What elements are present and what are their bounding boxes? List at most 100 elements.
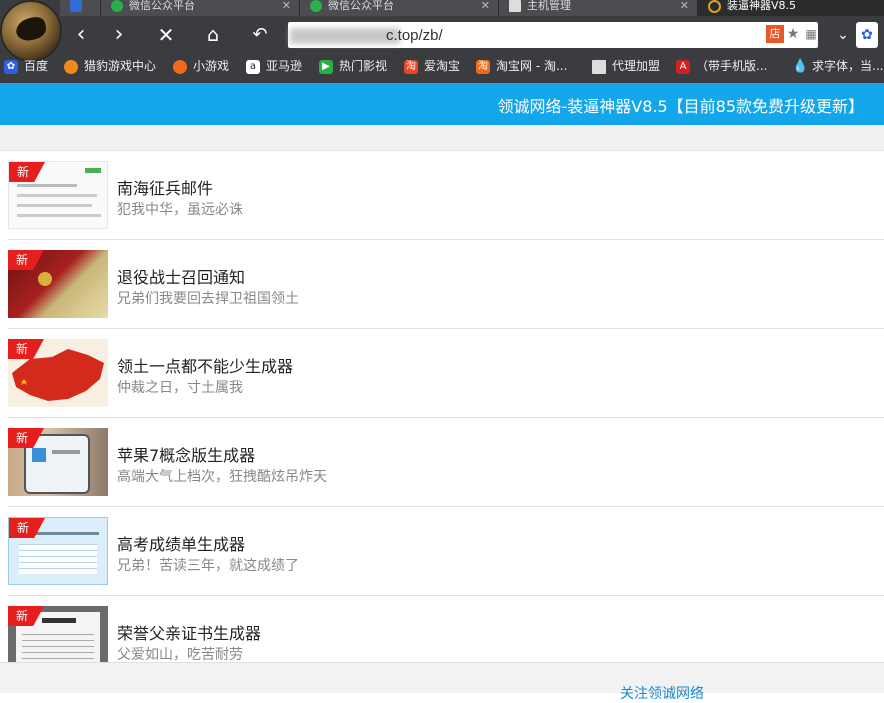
close-icon[interactable]: ✕ <box>481 0 490 11</box>
tab-bar: 微信公众平台 ✕ 微信公众平台 ✕ 主机管理 ✕ 装逼神器V8.5 <box>60 0 884 16</box>
tab-wechat-1[interactable]: 微信公众平台 ✕ <box>101 0 300 16</box>
home-button[interactable]: ⌂ <box>200 22 226 48</box>
chevron-down-icon: ⌄ <box>837 27 849 43</box>
bookmark-label: 猎豹游戏中心 <box>84 59 157 73</box>
redacted-domain <box>290 28 400 44</box>
sub-header-bar <box>0 125 884 151</box>
bookmark-taobao-net[interactable]: 淘淘宝网 - 淘... <box>476 57 567 75</box>
bookmark-label: 热门影视 <box>339 59 388 73</box>
item-title: 退役战士召回通知 <box>117 268 246 287</box>
item-title: 南海征兵邮件 <box>117 179 214 198</box>
stop-button[interactable]: ✕ <box>153 22 179 48</box>
bookmark-label: 小游戏 <box>193 59 230 73</box>
loading-icon <box>708 0 721 13</box>
follow-link[interactable]: 关注领诚网络 <box>620 683 704 703</box>
bookmark-ai-taobao[interactable]: 淘爱淘宝 <box>404 57 460 75</box>
item-desc: 犯我中华，虽远必诛 <box>117 202 243 218</box>
bookmark-mobile[interactable]: A （带手机版... <box>676 57 767 75</box>
wechat-icon <box>111 0 123 12</box>
item-desc: 兄弟们我要回去捍卫祖国领土 <box>117 291 299 307</box>
address-bar[interactable]: c.top/zb/ 店 ★ ▦ <box>288 22 818 48</box>
item-title: 苹果7概念版生成器 <box>117 446 256 465</box>
home-icon: ⌂ <box>206 24 220 46</box>
new-badge: 新 <box>8 250 44 270</box>
bookmark-agent[interactable]: 代理加盟 <box>592 57 660 75</box>
bookmarks-bar: ✿ 百度 猎豹游戏中心 小游戏 a 亚马逊 ▶ 热门影视 淘爱淘宝 淘淘宝网 - 淘.… <box>0 53 884 79</box>
item-desc: 父爱如山，吃苦耐劳 <box>117 647 243 663</box>
bookmark-label: 淘宝网 - 淘... <box>496 59 568 73</box>
tab-label: 装逼神器V8.5 <box>727 0 797 12</box>
item-title: 领土一点都不能少生成器 <box>117 357 294 376</box>
bookmark-cheetah-game[interactable]: 猎豹游戏中心 <box>64 57 156 75</box>
store-icon[interactable]: 店 <box>766 25 784 43</box>
video-icon: ▶ <box>319 59 333 74</box>
bookmark-baidu[interactable]: ✿ 百度 <box>4 57 48 75</box>
bookmark-label: 百度 <box>24 59 49 73</box>
list-item[interactable]: 新 高考成绩单生成器 兄弟！苦读三年，就这成绩了 <box>8 507 884 596</box>
drop-icon: 💧 <box>792 58 809 74</box>
ie-icon <box>70 0 82 12</box>
paw-icon: ✿ <box>861 27 873 43</box>
chevron-right-icon: › <box>114 22 124 47</box>
new-badge: 新 <box>9 518 45 538</box>
page-icon <box>509 0 521 12</box>
document-thumb: 新 <box>8 161 108 229</box>
list-item[interactable]: 新 退役战士召回通知 兄弟们我要回去捍卫祖国领土 <box>8 240 884 329</box>
bookmark-label: 亚马逊 <box>266 59 303 73</box>
qr-code-icon[interactable]: ▦ <box>802 25 820 43</box>
tab-active[interactable]: 装逼神器V8.5 <box>698 0 884 16</box>
tab-label: 主机管理 <box>527 0 571 12</box>
tab-label: 微信公众平台 <box>328 0 394 12</box>
forward-button[interactable]: › <box>106 22 132 48</box>
tab-label: 微信公众平台 <box>129 0 195 12</box>
close-icon[interactable]: ✕ <box>282 0 291 11</box>
cheetah-game-icon <box>64 59 78 74</box>
item-title: 荣誉父亲证书生成器 <box>117 624 262 643</box>
item-desc: 兄弟！苦读三年，就这成绩了 <box>117 558 299 574</box>
banner-title: 领诚网络-装逼神器V8.5【目前85款免费升级更新】 <box>497 97 864 116</box>
item-desc: 仲裁之日，寸土属我 <box>117 380 243 396</box>
bookmark-label: （带手机版... <box>696 59 768 73</box>
list-item[interactable]: 新 南海征兵邮件 犯我中华，虽远必诛 <box>8 151 884 240</box>
undo-close-button[interactable]: ↶ <box>247 22 273 48</box>
back-button[interactable]: ‹ <box>68 22 94 48</box>
taobao-icon: 淘 <box>404 59 418 74</box>
map-thumb: 新 <box>8 339 108 407</box>
footer-bar: 关注领诚网络 <box>0 662 884 702</box>
dropdown-button[interactable]: ⌄ <box>830 22 856 48</box>
baidu-search-button[interactable]: ✿ <box>856 22 878 48</box>
bookmark-video[interactable]: ▶ 热门影视 <box>319 57 387 75</box>
tab-host-management[interactable]: 主机管理 ✕ <box>499 0 698 16</box>
passport-thumb: 新 <box>8 250 108 318</box>
list-item[interactable]: 新 领土一点都不能少生成器 仲裁之日，寸土属我 <box>8 329 884 418</box>
undo-icon: ↶ <box>252 24 268 45</box>
list-item[interactable]: 新 苹果7概念版生成器 高端大气上档次，狂拽酷炫吊炸天 <box>8 418 884 507</box>
item-title: 高考成绩单生成器 <box>117 535 246 554</box>
acrobat-icon: A <box>676 59 690 74</box>
address-url: c.top/zb/ <box>386 27 443 44</box>
taobao-net-icon: 淘 <box>476 59 490 74</box>
new-badge: 新 <box>9 162 45 182</box>
close-icon[interactable]: ✕ <box>680 0 689 11</box>
bookmark-mini-game[interactable]: 小游戏 <box>173 57 229 75</box>
bookmark-font[interactable]: 💧 求字体，当... <box>792 57 883 75</box>
chevron-left-icon: ‹ <box>76 22 86 47</box>
amazon-icon: a <box>246 59 260 74</box>
close-icon: ✕ <box>157 23 175 47</box>
page-banner: 领诚网络-装逼神器V8.5【目前85款免费升级更新】 <box>0 83 884 125</box>
wechat-icon <box>310 0 322 12</box>
cheetah-icon <box>14 15 48 43</box>
nav-bar: ‹ › ✕ ⌂ ↶ c.top/zb/ 店 ★ ▦ ⌄ ✿ <box>60 18 884 52</box>
tab-wechat-2[interactable]: 微信公众平台 ✕ <box>300 0 499 16</box>
tab-ie[interactable] <box>60 0 101 16</box>
phone-thumb: 新 <box>8 428 108 496</box>
bookmark-label: 爱淘宝 <box>424 59 461 73</box>
star-icon[interactable]: ★ <box>784 25 802 43</box>
browser-chrome: 微信公众平台 ✕ 微信公众平台 ✕ 主机管理 ✕ 装逼神器V8.5 ‹ › ✕ … <box>0 0 884 83</box>
bookmark-label: 求字体，当... <box>812 59 884 73</box>
bookmark-amazon[interactable]: a 亚马逊 <box>246 57 302 75</box>
page-icon <box>592 59 606 74</box>
certificate-thumb: 新 <box>8 517 108 585</box>
baidu-icon: ✿ <box>4 59 18 74</box>
mini-game-icon <box>173 59 187 74</box>
